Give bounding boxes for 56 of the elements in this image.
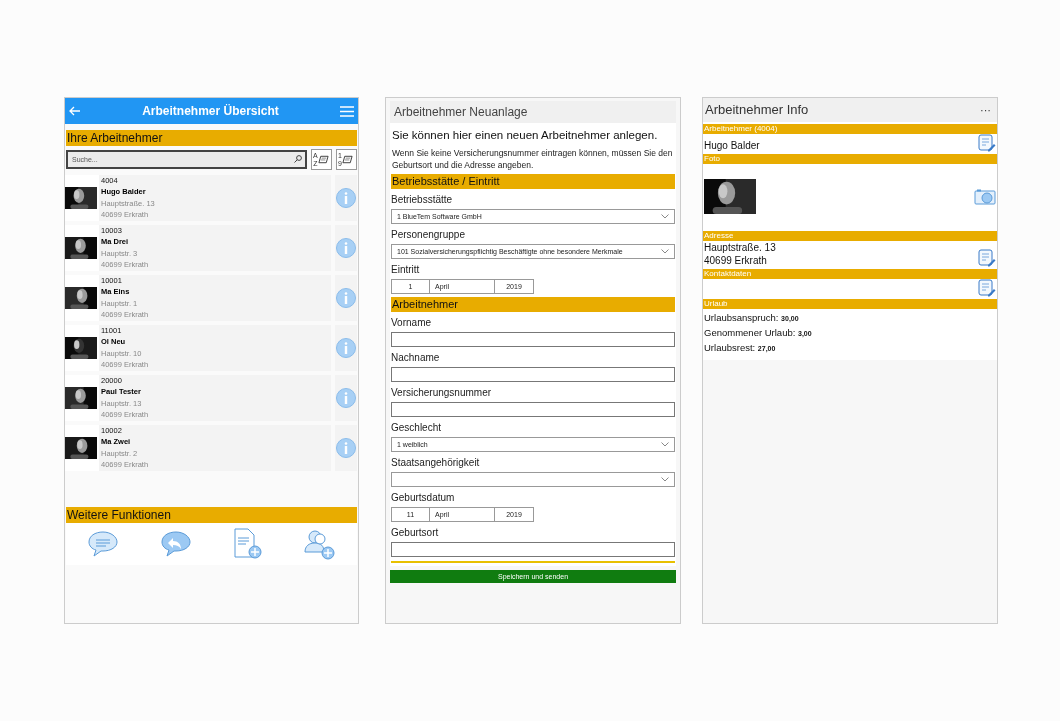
add-document-icon[interactable] bbox=[233, 528, 264, 560]
info-line: 40699 Erkrath bbox=[704, 254, 768, 267]
edit-note-icon[interactable] bbox=[978, 249, 996, 267]
field-label: Geburtsort bbox=[391, 526, 440, 541]
section-header: Arbeitnehmer (4004) bbox=[703, 124, 997, 134]
eraser-icon bbox=[341, 155, 353, 164]
section-header: Kontaktdaten bbox=[703, 269, 997, 279]
info-icon[interactable] bbox=[336, 438, 356, 458]
section-header: Foto bbox=[703, 154, 997, 164]
info-icon[interactable] bbox=[336, 388, 356, 408]
field-label: Eintritt bbox=[391, 263, 421, 278]
section-header: Urlaub bbox=[703, 299, 997, 309]
chevron-down-icon bbox=[661, 214, 669, 220]
section-header: Weitere Funktionen bbox=[66, 507, 357, 523]
edit-note-icon[interactable] bbox=[978, 279, 996, 297]
eraser-icon bbox=[317, 155, 329, 164]
chevron-down-icon bbox=[661, 249, 669, 255]
section-header: Adresse bbox=[703, 231, 997, 241]
section-header: Ihre Arbeitnehmer bbox=[66, 130, 357, 146]
section-header: Betriebsstätte / Eintritt bbox=[391, 174, 675, 190]
camera-icon[interactable] bbox=[974, 188, 996, 205]
intro-text: Sie können hier einen neuen Arbeitnehmer anlegen. bbox=[391, 128, 659, 143]
info-icon[interactable] bbox=[336, 338, 356, 358]
screen-title: Arbeitnehmer Übersicht bbox=[142, 103, 279, 120]
info-line: Hugo Balder bbox=[704, 139, 760, 152]
section-header: Arbeitnehmer bbox=[391, 297, 675, 313]
reply-bubble-icon[interactable] bbox=[159, 530, 192, 558]
info-line: Hauptstraße. 13 bbox=[704, 241, 776, 254]
field-label: Staatsangehörigkeit bbox=[391, 456, 481, 471]
more-button[interactable]: ··· bbox=[980, 101, 995, 119]
field-label: Vorname bbox=[391, 316, 433, 331]
info-icon[interactable] bbox=[336, 288, 356, 308]
field-label: Geburtsdatum bbox=[391, 491, 456, 506]
info-icon[interactable] bbox=[336, 238, 356, 258]
add-person-icon[interactable] bbox=[304, 528, 337, 560]
field-label: Personengruppe bbox=[391, 228, 466, 243]
menu-icon[interactable] bbox=[340, 105, 354, 117]
dropdown[interactable] bbox=[391, 472, 675, 488]
input-field[interactable] bbox=[391, 367, 675, 383]
field-label: Betriebsstätte bbox=[391, 193, 454, 208]
back-arrow-icon[interactable] bbox=[69, 106, 81, 116]
input-field[interactable] bbox=[391, 332, 675, 348]
search-icon bbox=[294, 155, 302, 163]
hint-text: Wenn Sie keine Versicherungsnummer eintragen können, müssen Sie den Geburtsort und die Adresse angeben. bbox=[391, 147, 674, 172]
input-field[interactable] bbox=[391, 402, 675, 418]
chevron-down-icon bbox=[661, 442, 669, 448]
field-label: Versicherungsnummer bbox=[391, 386, 493, 401]
input-field[interactable] bbox=[391, 542, 675, 558]
chevron-down-icon bbox=[661, 477, 669, 483]
panel-title: Arbeitnehmer Info bbox=[705, 101, 809, 120]
panel-title: Arbeitnehmer Neuanlage bbox=[390, 101, 676, 123]
field-label: Geschlecht bbox=[391, 421, 443, 436]
edit-note-icon[interactable] bbox=[978, 134, 996, 152]
info-icon[interactable] bbox=[336, 188, 356, 208]
speech-bubble-icon[interactable] bbox=[86, 530, 119, 558]
field-label: Nachname bbox=[391, 351, 441, 366]
